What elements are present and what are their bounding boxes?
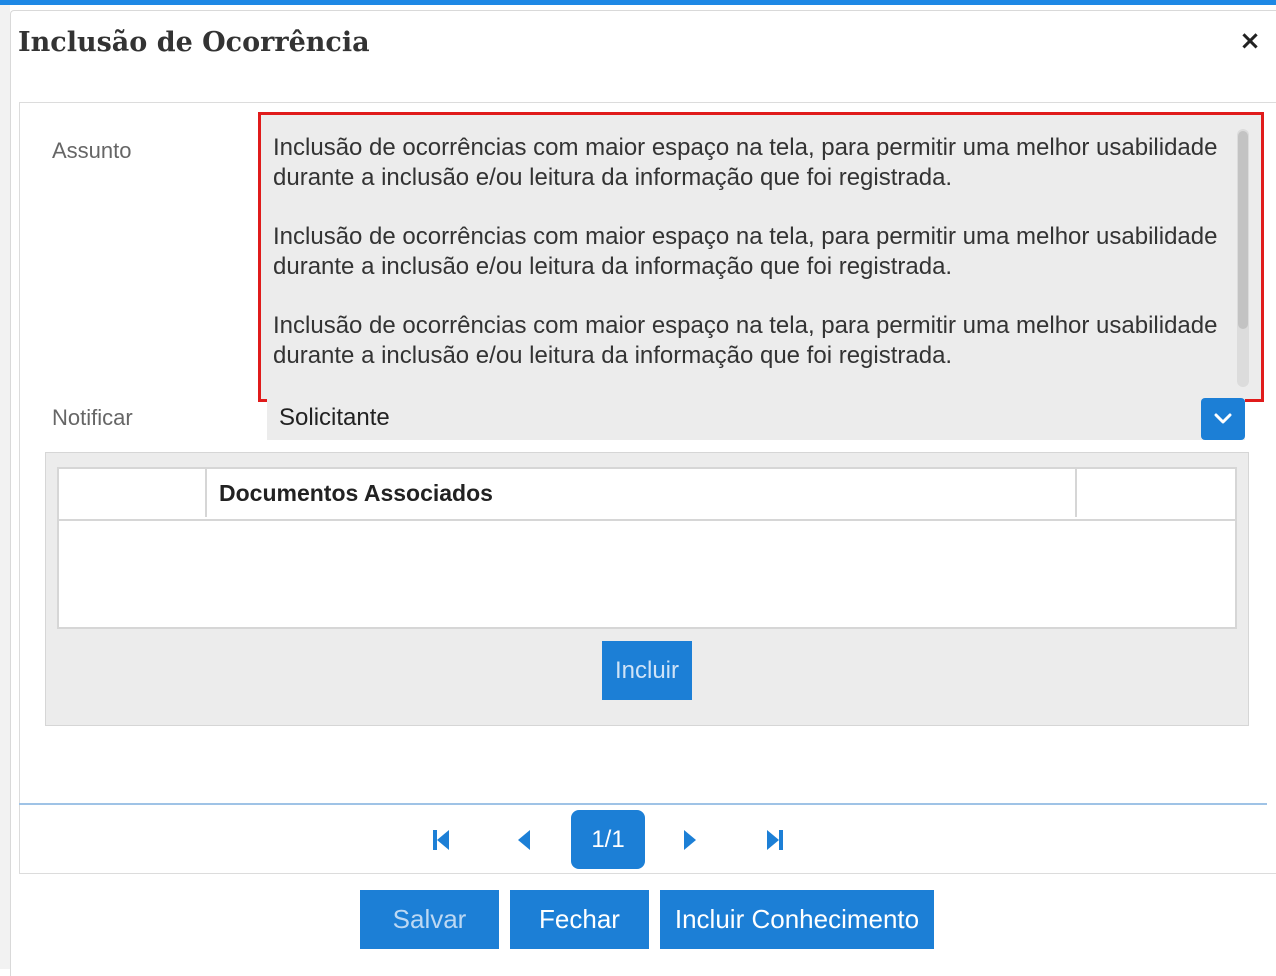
- assunto-textarea[interactable]: Inclusão de ocorrências com maior espaço…: [258, 112, 1264, 402]
- documentos-column-header: Documentos Associados: [219, 480, 493, 506]
- next-page-icon[interactable]: [676, 822, 706, 858]
- current-page-indicator: 1/1: [571, 810, 645, 869]
- scrollbar-thumb[interactable]: [1238, 131, 1248, 329]
- last-page-icon[interactable]: [760, 822, 790, 858]
- dialog-title: Inclusão de Ocorrência: [18, 27, 370, 58]
- top-accent-bar: [0, 0, 1276, 5]
- notificar-label: Notificar: [52, 405, 133, 430]
- first-page-icon[interactable]: [426, 822, 456, 858]
- next-page-icon-glyph: [684, 830, 696, 850]
- table-header-cell: Documentos Associados: [207, 469, 1077, 517]
- chevron-down-icon: [1214, 413, 1232, 424]
- table-header-cell-empty: [59, 469, 207, 517]
- salvar-button[interactable]: Salvar: [360, 890, 499, 949]
- dropdown-toggle-button[interactable]: [1201, 398, 1245, 440]
- prev-page-icon[interactable]: [508, 822, 538, 858]
- incluir-button[interactable]: Incluir: [602, 641, 692, 700]
- prev-page-icon-glyph: [518, 830, 530, 850]
- assunto-label: Assunto: [52, 138, 132, 163]
- notificar-select-value: Solicitante: [279, 404, 390, 431]
- pager-area: [19, 805, 1276, 874]
- assunto-paragraph: Inclusão de ocorrências com maior espaço…: [273, 223, 1218, 280]
- assunto-paragraph: Inclusão de ocorrências com maior espaço…: [273, 134, 1218, 191]
- incluir-conhecimento-button[interactable]: Incluir Conhecimento: [660, 890, 934, 949]
- close-icon[interactable]: ×: [1237, 26, 1263, 56]
- documentos-table: Documentos Associados: [57, 467, 1237, 629]
- assunto-text: Inclusão de ocorrências com maior espaço…: [273, 133, 1233, 400]
- first-page-icon-glyph: [433, 830, 449, 850]
- fechar-button[interactable]: Fechar: [510, 890, 649, 949]
- background-page-edge: [0, 5, 10, 969]
- last-page-icon-glyph: [767, 830, 783, 850]
- documentos-table-header: Documentos Associados: [59, 469, 1235, 521]
- assunto-scrollbar[interactable]: [1237, 129, 1249, 387]
- assunto-paragraph: Inclusão de ocorrências com maior espaço…: [273, 312, 1218, 369]
- notificar-select[interactable]: Solicitante: [267, 398, 1245, 440]
- documentos-panel: Documentos Associados Incluir: [45, 452, 1249, 726]
